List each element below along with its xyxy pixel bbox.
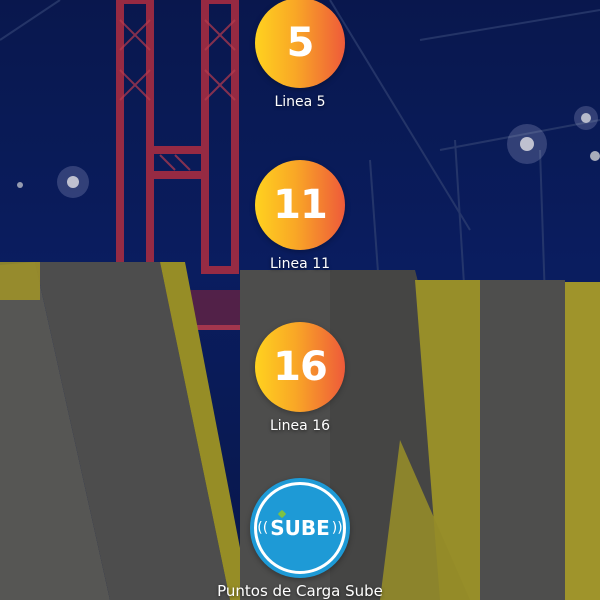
line-11-badge: 11 bbox=[255, 160, 345, 250]
line-16-badge: 16 bbox=[255, 322, 345, 412]
line-5-badge: 5 bbox=[255, 0, 345, 88]
line-16-number: 16 bbox=[273, 344, 328, 390]
line-16-label: Linea 16 bbox=[269, 418, 331, 434]
transport-links: 5 Linea 5 11 Linea 11 16 Linea 16 (( SUB… bbox=[0, 0, 600, 600]
line-11-link[interactable]: 11 Linea 11 bbox=[0, 160, 600, 272]
sube-points-link[interactable]: (( SUBE )) Puntos de Carga Sube bbox=[0, 478, 600, 600]
sube-logo: (( SUBE )) bbox=[250, 478, 350, 578]
line-11-label: Linea 11 bbox=[269, 256, 331, 272]
line-5-number: 5 bbox=[286, 20, 315, 66]
line-5-label: Linea 5 bbox=[274, 94, 326, 110]
line-5-link[interactable]: 5 Linea 5 bbox=[0, 0, 600, 110]
sube-points-label: Puntos de Carga Sube bbox=[217, 582, 383, 600]
sube-logo-wordmark: SUBE bbox=[270, 516, 330, 540]
sube-logo-text: SUBE bbox=[270, 509, 330, 540]
line-16-link[interactable]: 16 Linea 16 bbox=[0, 322, 600, 434]
line-11-number: 11 bbox=[273, 182, 328, 228]
